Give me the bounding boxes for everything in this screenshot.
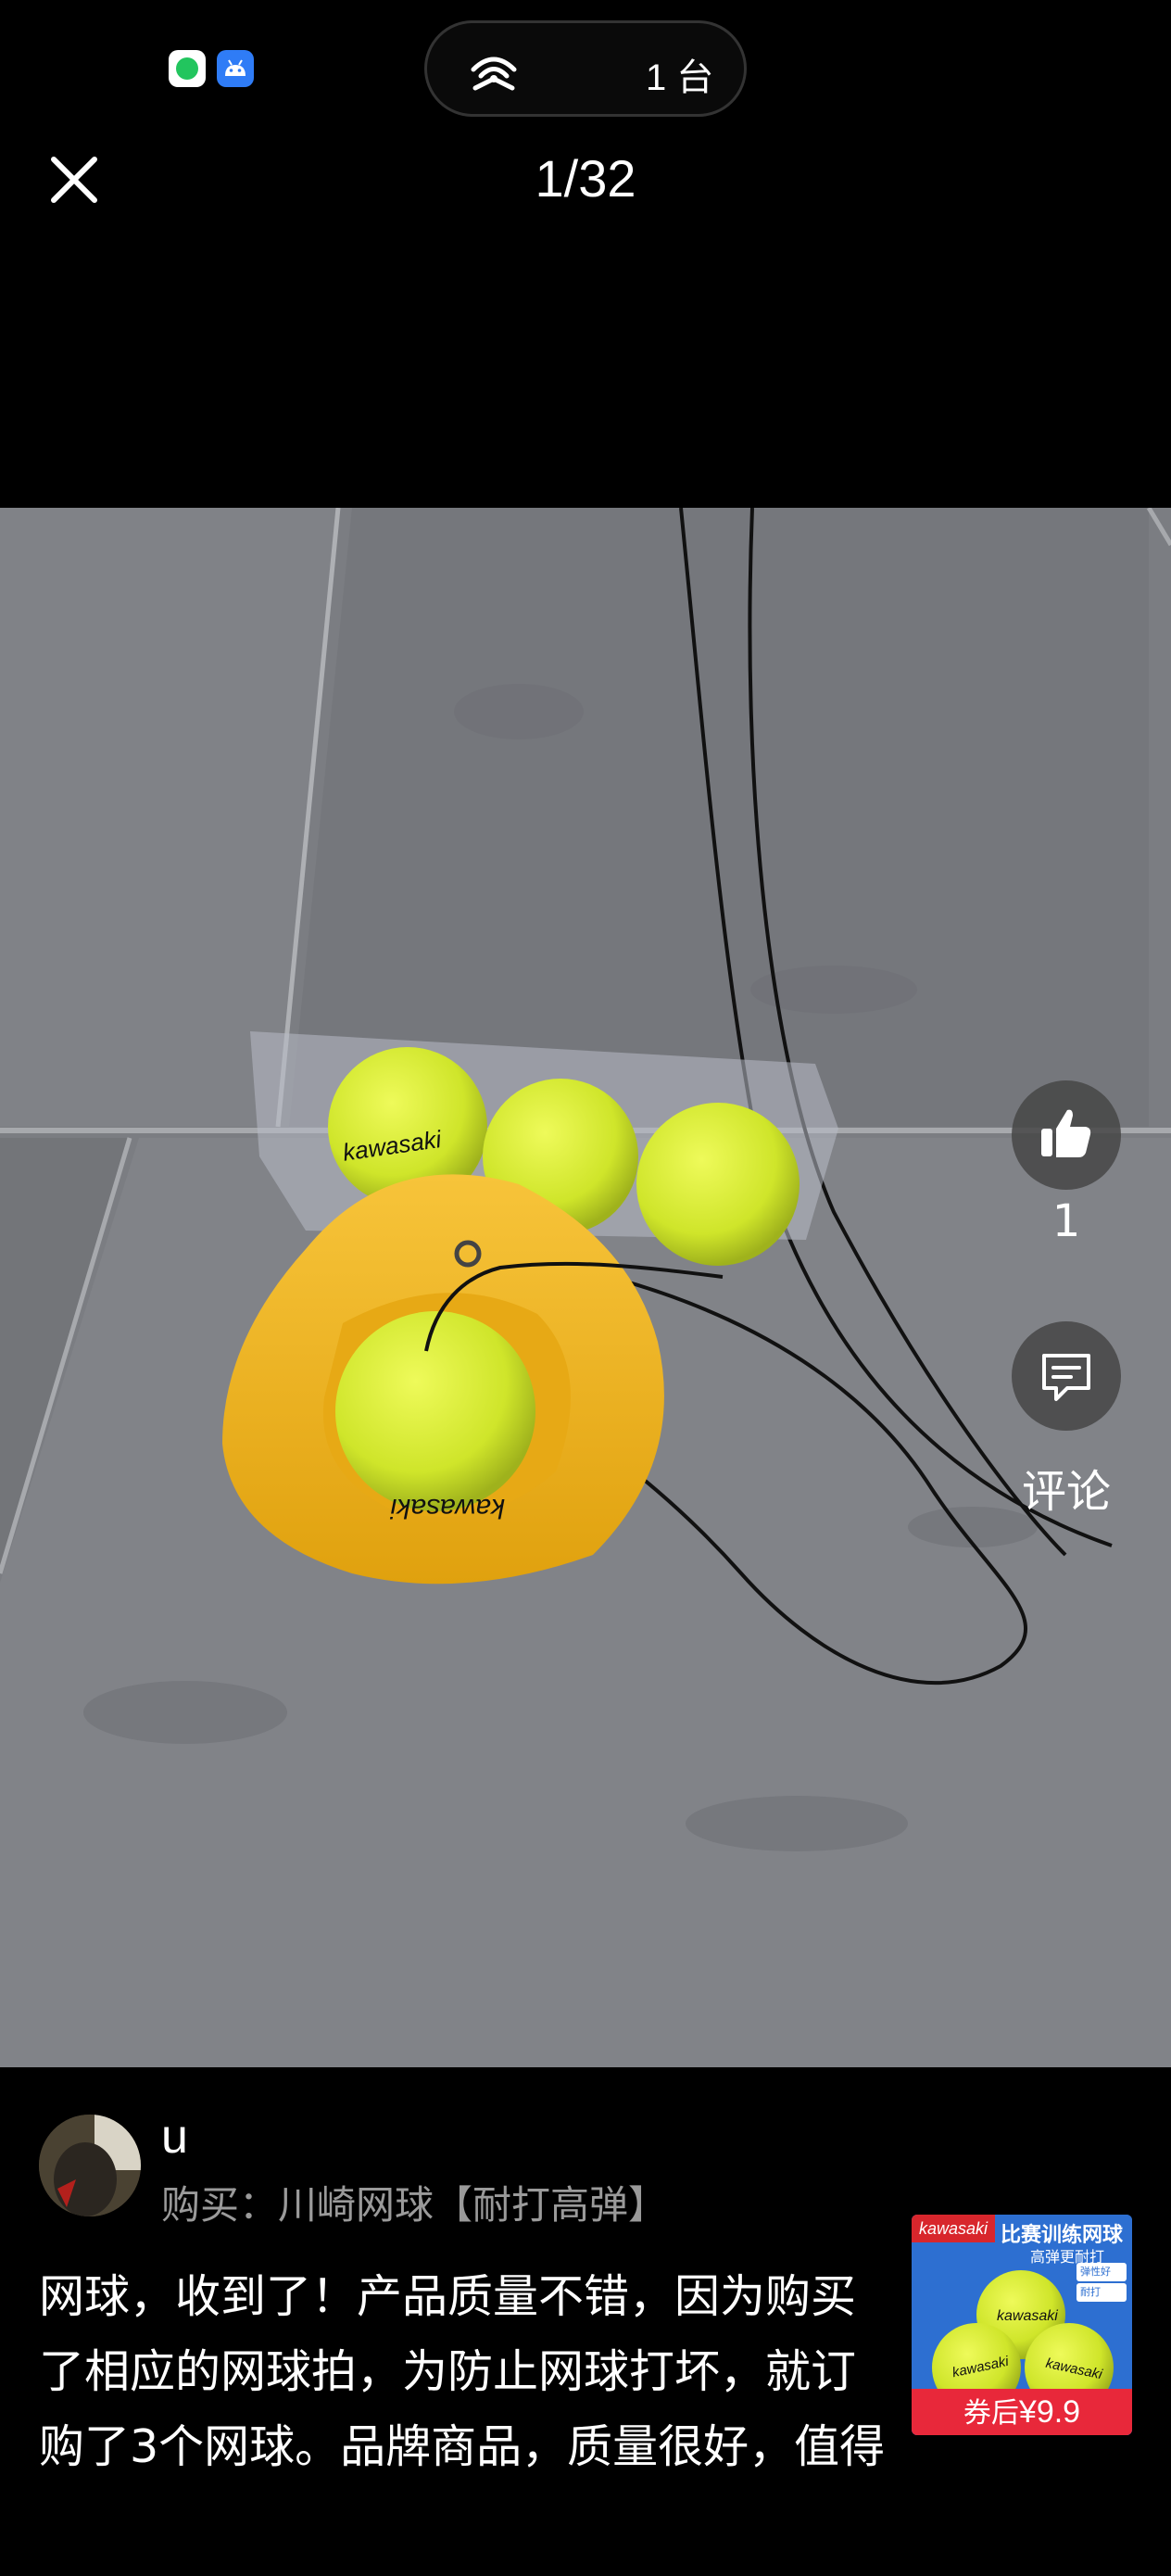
product-price: ¥9.9 <box>1018 2394 1081 2430</box>
hotspot-pill[interactable]: 1 台 <box>424 20 747 117</box>
android-icon <box>217 50 254 87</box>
product-ball-label: kawasaki <box>997 2308 1058 2324</box>
hotspot-icon <box>468 51 520 95</box>
thumbs-up-icon <box>1041 1109 1091 1157</box>
reviewer-username[interactable]: u <box>161 2109 188 2165</box>
review-photo[interactable]: kawasaki kawasaki <box>0 508 1171 2067</box>
purchased-product-link[interactable]: 购买：川崎网球【耐打高弹】 <box>161 2174 667 2230</box>
price-bar: 券后¥9.9 <box>912 2389 1132 2435</box>
status-bar: 1 台 <box>0 0 1171 139</box>
review-text[interactable]: 网球，收到了！产品质量不错，因为购买了相应的网球拍，为防止网球打坏，就订购了3个… <box>39 2259 891 2493</box>
comment-button[interactable] <box>1012 1321 1121 1431</box>
spotify-icon <box>169 50 206 87</box>
coupon-label: 券后 <box>963 2397 1019 2430</box>
hotspot-device-count: 1 台 <box>646 57 714 98</box>
product-ball-label: kawasaki <box>1044 2355 1104 2383</box>
like-button[interactable] <box>1012 1080 1121 1190</box>
comment-icon <box>1042 1354 1090 1401</box>
avatar[interactable] <box>39 2115 141 2216</box>
comment-label[interactable]: 评论 <box>993 1455 1140 1520</box>
product-ball-label: kawasaki <box>951 2354 1011 2381</box>
like-count: 1 <box>1051 1195 1081 1247</box>
image-counter: 1/32 <box>535 149 636 208</box>
product-card[interactable]: kawasaki 比赛训练网球 高弹更耐打 弹性好 耐打 kawasaki ka… <box>912 2215 1132 2435</box>
svg-text:kawasaki: kawasaki <box>389 1493 505 1523</box>
